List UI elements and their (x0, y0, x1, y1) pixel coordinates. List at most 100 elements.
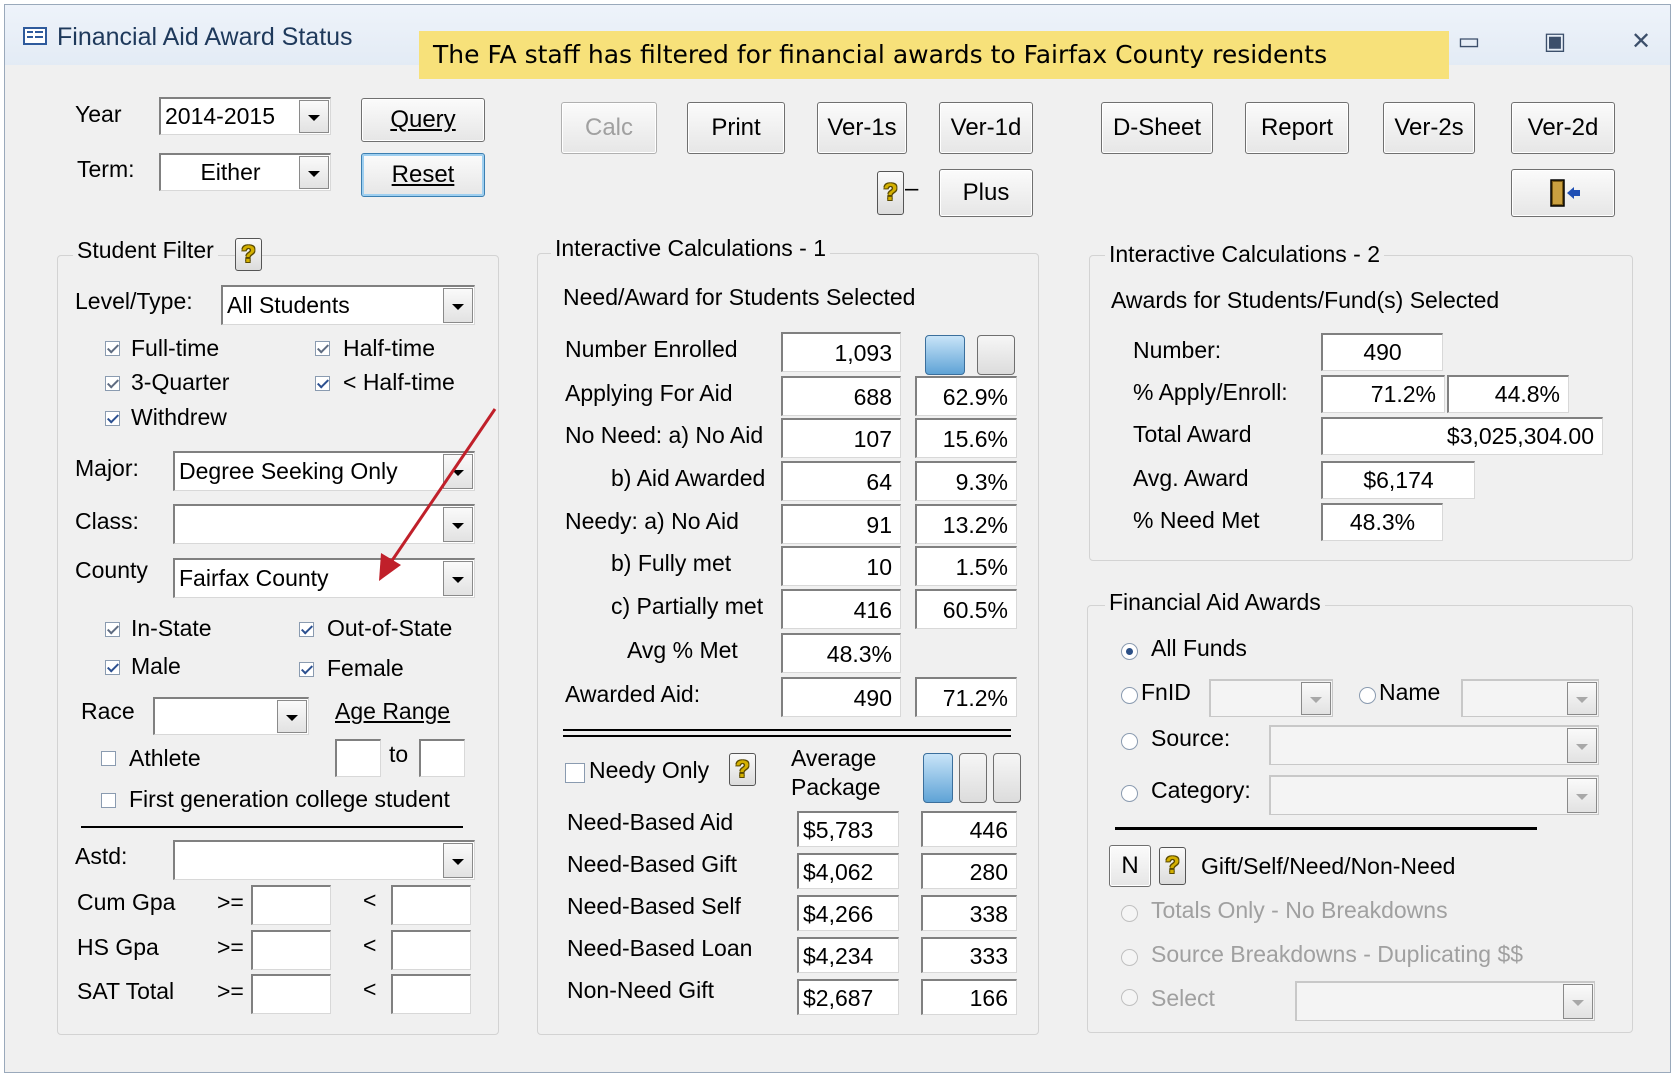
package-toggle-b[interactable] (959, 753, 987, 803)
query-button[interactable]: Query (361, 98, 485, 142)
chevron-down-icon[interactable] (299, 156, 329, 189)
astd-select[interactable] (173, 840, 475, 880)
form-icon (23, 27, 47, 45)
chevron-down-icon[interactable] (1301, 682, 1331, 715)
ver-2s-button[interactable]: Ver-2s (1383, 102, 1475, 154)
athlete-label: Athlete (129, 745, 201, 771)
instate-checkbox[interactable] (105, 622, 120, 637)
outofstate-checkbox[interactable] (299, 622, 314, 637)
lthalftime-checkbox[interactable] (315, 376, 330, 391)
year-label: Year (75, 101, 122, 127)
select-dropdown[interactable] (1295, 981, 1595, 1021)
avg-package-label-1: Average (791, 745, 877, 771)
lthalftime-label: < Half-time (343, 369, 455, 395)
year-value: 2014-2015 (165, 103, 275, 129)
ver-2d-button[interactable]: Ver-2d (1511, 102, 1615, 154)
category-radio[interactable] (1121, 785, 1138, 802)
window-title: Financial Aid Award Status (57, 23, 353, 51)
female-checkbox[interactable] (299, 662, 314, 677)
fnid-radio[interactable] (1121, 687, 1138, 704)
source-select[interactable] (1269, 725, 1599, 765)
exit-button[interactable] (1511, 169, 1615, 217)
package-toggle-c[interactable] (993, 753, 1021, 803)
name-select[interactable] (1461, 679, 1599, 717)
sat-min-input[interactable] (251, 974, 331, 1014)
level-select[interactable]: All Students (221, 285, 475, 325)
chevron-down-icon[interactable] (443, 843, 473, 878)
package-row-count: 446 (921, 811, 1017, 847)
select-label: Select (1151, 985, 1215, 1011)
n-button[interactable]: N (1109, 845, 1151, 887)
package-toggle-a[interactable] (923, 753, 953, 803)
cumgpa-max-input[interactable] (391, 885, 471, 925)
calc-button[interactable]: Calc (561, 102, 657, 154)
ver-1s-button[interactable]: Ver-1s (817, 102, 907, 154)
student-filter-help-icon[interactable]: ? (235, 238, 262, 271)
age-to-input[interactable] (419, 739, 465, 777)
withdrew-checkbox[interactable] (105, 411, 120, 426)
male-checkbox[interactable] (105, 660, 120, 675)
minimize-icon[interactable]: ▭ (1449, 27, 1489, 57)
race-select[interactable] (153, 697, 309, 735)
totals-only-radio[interactable] (1121, 905, 1138, 922)
close-icon[interactable]: ✕ (1621, 27, 1661, 57)
age-from-input[interactable] (335, 739, 381, 777)
all-funds-radio[interactable] (1121, 643, 1138, 660)
chevron-down-icon[interactable] (277, 700, 307, 733)
astd-label: Astd: (75, 843, 128, 869)
reset-button[interactable]: Reset (361, 153, 485, 197)
cumgpa-min-input[interactable] (251, 885, 331, 925)
package-row-count: 280 (921, 853, 1017, 889)
calc2-number-label: Number: (1133, 337, 1222, 363)
source-label: Source: (1151, 725, 1231, 751)
view-toggle-b[interactable] (977, 335, 1015, 375)
calc1-row-value: 107 (781, 418, 901, 458)
fnid-select[interactable] (1209, 679, 1333, 717)
chevron-down-icon[interactable] (1567, 778, 1597, 813)
student-filter-title: Student Filter (73, 237, 218, 264)
hsgpa-max-input[interactable] (391, 930, 471, 970)
help-icon[interactable]: ? (877, 171, 904, 215)
plus-button[interactable]: Plus (939, 169, 1033, 217)
fulltime-checkbox[interactable] (105, 341, 120, 356)
threequarter-label: 3-Quarter (131, 369, 230, 395)
halftime-checkbox[interactable] (315, 341, 330, 356)
view-toggle-a[interactable] (925, 335, 965, 375)
print-button[interactable]: Print (687, 102, 785, 154)
ver-1d-button[interactable]: Ver-1d (939, 102, 1033, 154)
fnid-label: FnID (1141, 679, 1191, 705)
needy-only-label: Needy Only (589, 757, 710, 783)
category-select[interactable] (1269, 775, 1599, 815)
all-funds-label: All Funds (1151, 635, 1247, 661)
sat-max-input[interactable] (391, 974, 471, 1014)
needy-only-checkbox[interactable] (565, 763, 585, 783)
year-select[interactable]: 2014-2015 (159, 97, 331, 135)
chevron-down-icon[interactable] (299, 100, 329, 133)
report-button[interactable]: Report (1245, 102, 1349, 154)
source-radio[interactable] (1121, 733, 1138, 750)
hsgpa-min-input[interactable] (251, 930, 331, 970)
restore-icon[interactable]: ▣ (1535, 27, 1575, 57)
report-button-label: Report (1260, 114, 1334, 141)
needy-only-help-icon[interactable]: ? (729, 753, 756, 786)
halftime-label: Half-time (343, 335, 436, 361)
chevron-down-icon[interactable] (443, 288, 473, 323)
name-radio[interactable] (1359, 687, 1376, 704)
source-breakdowns-radio[interactable] (1121, 949, 1138, 966)
major-label: Major: (75, 455, 139, 481)
female-label: Female (327, 655, 404, 681)
firstgen-checkbox[interactable] (101, 793, 116, 808)
term-select[interactable]: Either (159, 153, 331, 191)
select-radio[interactable] (1121, 989, 1138, 1006)
d-sheet-button[interactable]: D-Sheet (1101, 102, 1213, 154)
chevron-down-icon[interactable] (1563, 984, 1593, 1019)
awards-help-icon[interactable]: ? (1159, 847, 1186, 885)
ver-1d-button-label: Ver-1d (950, 114, 1022, 141)
chevron-down-icon[interactable] (1567, 682, 1597, 715)
print-button-label: Print (711, 114, 761, 141)
athlete-checkbox[interactable] (101, 751, 116, 766)
calc1-row-value: 10 (781, 546, 901, 586)
chevron-down-icon[interactable] (1567, 728, 1597, 763)
threequarter-checkbox[interactable] (105, 376, 120, 391)
plus-button-label: Plus (962, 179, 1010, 206)
